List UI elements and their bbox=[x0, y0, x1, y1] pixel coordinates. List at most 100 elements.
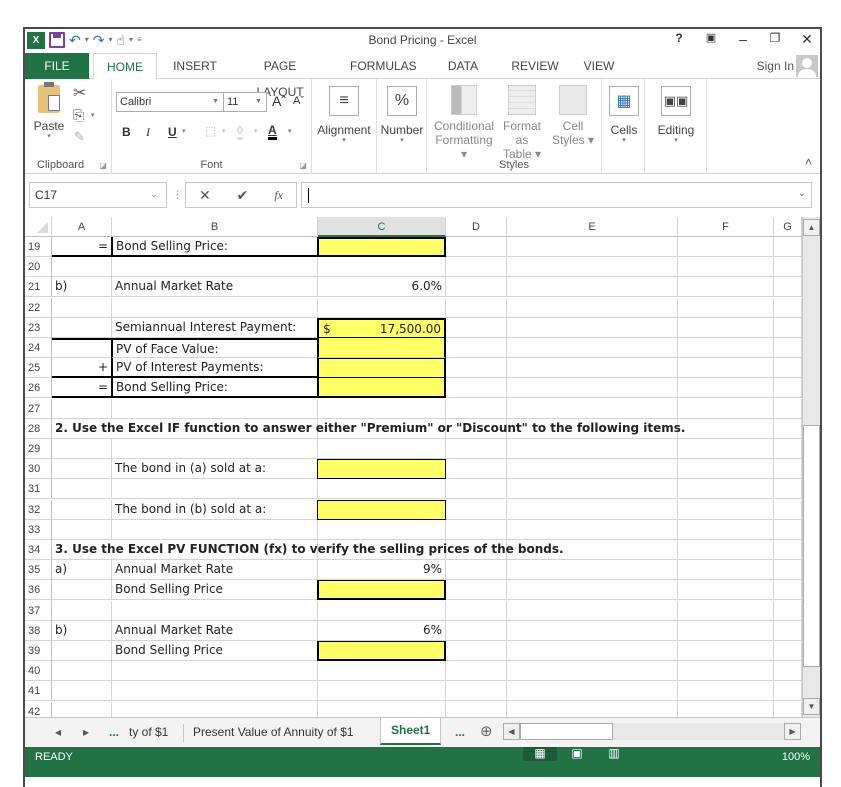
row-header[interactable]: 34 bbox=[25, 540, 52, 560]
next-sheet-icon[interactable]: ▸ bbox=[83, 720, 89, 744]
cell-b36[interactable]: Bond Selling Price bbox=[112, 580, 318, 601]
scroll-down-icon[interactable]: ▼ bbox=[803, 698, 820, 715]
cell-d23[interactable] bbox=[446, 317, 507, 338]
cell-c20[interactable] bbox=[318, 257, 446, 278]
close-icon[interactable]: ✕ bbox=[800, 31, 814, 48]
cell-c21[interactable]: 6.0% bbox=[318, 277, 446, 298]
cell-g34[interactable] bbox=[774, 540, 802, 560]
cell-a20[interactable] bbox=[52, 257, 112, 278]
help-icon[interactable]: ? bbox=[672, 31, 686, 48]
cell-g21[interactable] bbox=[774, 277, 802, 298]
cell-f36[interactable] bbox=[678, 580, 774, 601]
normal-view-icon[interactable]: ▦ bbox=[523, 747, 557, 761]
cell-d26[interactable] bbox=[446, 378, 507, 399]
cells-button[interactable]: ▦ Cells ▾ bbox=[606, 86, 642, 145]
cut-icon[interactable]: ✂ bbox=[73, 83, 86, 103]
cell-g36[interactable] bbox=[774, 580, 802, 601]
row-header[interactable]: 26 bbox=[25, 378, 52, 399]
number-button[interactable]: % Number ▾ bbox=[379, 86, 425, 145]
cell-f41[interactable] bbox=[678, 681, 774, 702]
cell-a31[interactable] bbox=[52, 479, 112, 500]
fill-color-dropdown-icon[interactable]: ▾ bbox=[254, 127, 258, 135]
column-header-f[interactable]: F bbox=[678, 217, 774, 237]
cell-g24[interactable] bbox=[774, 338, 802, 358]
row-header[interactable]: 41 bbox=[25, 681, 52, 702]
cell-f32[interactable] bbox=[678, 499, 774, 520]
cell-d29[interactable] bbox=[446, 439, 507, 459]
vertical-scrollbar[interactable]: ▲ ▼ bbox=[802, 217, 820, 717]
row-header[interactable]: 27 bbox=[25, 398, 52, 419]
cell-b26[interactable]: Bond Selling Price: bbox=[111, 378, 318, 399]
cell-d24[interactable] bbox=[446, 338, 507, 358]
column-header-a[interactable]: A bbox=[52, 217, 112, 237]
scroll-right-icon[interactable]: ▶ bbox=[784, 723, 801, 740]
cell-c36[interactable] bbox=[317, 580, 446, 601]
cell-c19[interactable] bbox=[317, 237, 446, 257]
underline-button[interactable]: U bbox=[168, 125, 177, 139]
select-all-button[interactable] bbox=[25, 217, 52, 237]
cell-b25[interactable]: PV of Interest Payments: bbox=[111, 358, 318, 379]
row-header[interactable]: 38 bbox=[25, 620, 52, 641]
cell-f35[interactable] bbox=[678, 560, 774, 581]
cell-f20[interactable] bbox=[678, 257, 774, 278]
tab-review[interactable]: REVIEW bbox=[509, 53, 561, 79]
cell-f33[interactable] bbox=[678, 519, 774, 540]
cell-d38[interactable] bbox=[446, 620, 507, 641]
cell-b32[interactable]: The bond in (b) sold at a: bbox=[112, 499, 318, 520]
cell-g22[interactable] bbox=[774, 297, 802, 318]
cell-b23[interactable]: Semiannual Interest Payment: bbox=[112, 317, 318, 338]
paste-dropdown-icon[interactable]: ▾ bbox=[31, 133, 67, 141]
cell-d20[interactable] bbox=[446, 257, 507, 278]
row-header[interactable]: 33 bbox=[25, 519, 52, 540]
row-header[interactable]: 21 bbox=[25, 277, 52, 298]
cell-a37[interactable] bbox=[52, 600, 112, 621]
row-header[interactable]: 35 bbox=[25, 560, 52, 581]
cell-f40[interactable] bbox=[678, 661, 774, 682]
underline-dropdown-icon[interactable]: ▾ bbox=[182, 127, 186, 135]
cell-d40[interactable] bbox=[446, 661, 507, 682]
number-dropdown-icon[interactable]: ▾ bbox=[379, 137, 425, 145]
cell-c41[interactable] bbox=[318, 681, 446, 702]
cell-g29[interactable] bbox=[774, 439, 802, 459]
cell-e36[interactable] bbox=[507, 580, 678, 601]
cell-d19[interactable] bbox=[446, 237, 507, 257]
conditional-formatting-button[interactable]: Conditional Formatting ▾ bbox=[433, 85, 495, 161]
cell-a40[interactable] bbox=[52, 661, 112, 682]
cell-e27[interactable] bbox=[507, 398, 678, 419]
alignment-button[interactable]: ≡ Alignment ▾ bbox=[314, 86, 374, 145]
sheet-tab-pv-of-1[interactable]: ty of $1 bbox=[129, 720, 168, 744]
row-header[interactable]: 23 bbox=[25, 317, 52, 338]
cell-c29[interactable] bbox=[318, 439, 446, 459]
cell-e29[interactable] bbox=[507, 439, 678, 459]
cell-d21[interactable] bbox=[446, 277, 507, 298]
row-header[interactable]: 40 bbox=[25, 661, 52, 682]
cell-a24[interactable] bbox=[52, 338, 112, 358]
cell-f30[interactable] bbox=[678, 459, 774, 480]
cell-f19[interactable] bbox=[678, 237, 774, 257]
cell-b21[interactable]: Annual Market Rate bbox=[112, 277, 318, 298]
cell-c37[interactable] bbox=[318, 600, 446, 621]
cell-g41[interactable] bbox=[774, 681, 802, 702]
cell-g33[interactable] bbox=[774, 519, 802, 540]
row-header[interactable]: 24 bbox=[25, 338, 52, 358]
borders-icon[interactable]: ⬚ bbox=[205, 124, 216, 138]
cell-c25[interactable] bbox=[317, 358, 446, 379]
cell-d36[interactable] bbox=[446, 580, 507, 601]
column-header-c[interactable]: C bbox=[318, 217, 446, 237]
cell-d30[interactable] bbox=[446, 459, 507, 480]
cell-e25[interactable] bbox=[507, 358, 678, 379]
vertical-scroll-thumb[interactable] bbox=[803, 425, 820, 667]
cell-a27[interactable] bbox=[52, 398, 112, 419]
column-header-g[interactable]: G bbox=[774, 217, 802, 237]
grow-font-button[interactable]: Aˆ bbox=[272, 93, 286, 109]
cell-e30[interactable] bbox=[507, 459, 678, 480]
column-header-d[interactable]: D bbox=[446, 217, 507, 237]
font-launcher-icon[interactable]: ◪ bbox=[299, 161, 307, 170]
cell-c27[interactable] bbox=[318, 398, 446, 419]
cell-g30[interactable] bbox=[774, 459, 802, 480]
font-color-dropdown-icon[interactable]: ▾ bbox=[288, 127, 292, 135]
cancel-icon[interactable]: ✕ bbox=[199, 187, 211, 204]
name-box-dropdown-icon[interactable]: ⌄ bbox=[150, 183, 158, 207]
cell-styles-button[interactable]: Cell Styles ▾ bbox=[549, 85, 597, 147]
page-layout-view-icon[interactable]: ▣ bbox=[560, 747, 594, 761]
